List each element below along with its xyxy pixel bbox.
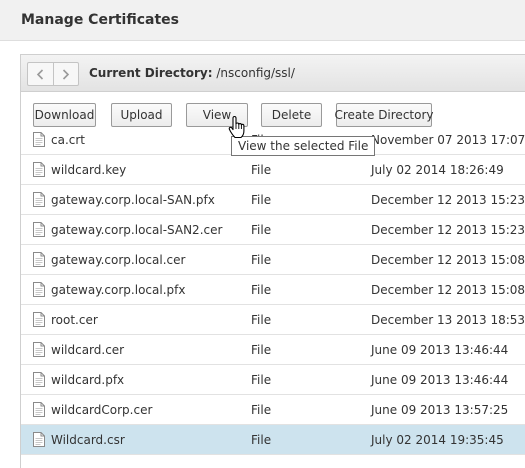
file-modified-date: December 13 2013 18:53:02 bbox=[371, 313, 525, 327]
file-row[interactable]: gateway.corp.local-SAN2.cer File December … bbox=[21, 215, 525, 245]
file-type: File bbox=[251, 343, 272, 357]
directory-nav-bar: Current Directory: /nsconfig/ssl/ bbox=[21, 55, 525, 92]
file-row[interactable]: gateway.corp.local.cer File December 12 20… bbox=[21, 245, 525, 275]
forward-button[interactable] bbox=[52, 63, 79, 85]
file-name: gateway.corp.local-SAN2.cer bbox=[51, 223, 223, 237]
file-icon bbox=[33, 282, 45, 300]
file-type: File bbox=[251, 373, 272, 387]
file-name: gateway.corp.local-SAN.pfx bbox=[51, 193, 215, 207]
create-directory-button[interactable]: Create Directory bbox=[335, 103, 434, 127]
delete-button[interactable]: Delete bbox=[261, 103, 322, 127]
view-button-tooltip: View the selected File bbox=[231, 136, 376, 156]
file-row[interactable]: wildcard.key File July 02 2014 18:26:49 bbox=[21, 155, 525, 185]
file-name: ca.crt bbox=[51, 133, 86, 147]
action-toolbar: Download Upload View Delete Create Direc… bbox=[21, 92, 525, 132]
file-name: wildcardCorp.cer bbox=[51, 403, 153, 417]
current-directory-label: Current Directory: bbox=[89, 66, 213, 80]
certificate-browser-panel: Current Directory: /nsconfig/ssl/ Downlo… bbox=[20, 54, 525, 468]
file-name: wildcard.pfx bbox=[51, 373, 125, 387]
file-modified-date: June 09 2013 13:57:25 bbox=[371, 403, 509, 417]
file-modified-date: December 12 2013 15:08:27 bbox=[371, 253, 525, 267]
file-modified-date: July 02 2014 18:26:49 bbox=[371, 163, 504, 177]
file-icon bbox=[33, 162, 45, 180]
file-type: File bbox=[251, 283, 272, 297]
file-name: wildcard.cer bbox=[51, 343, 125, 357]
file-icon bbox=[33, 132, 45, 150]
file-icon bbox=[33, 192, 45, 210]
chevron-right-icon bbox=[62, 68, 69, 80]
file-row[interactable]: root.cer File December 13 2013 18:53:02 bbox=[21, 305, 525, 335]
file-icon bbox=[33, 312, 45, 330]
current-directory: Current Directory: /nsconfig/ssl/ bbox=[89, 66, 295, 80]
file-modified-date: November 07 2013 17:07:40 bbox=[371, 133, 525, 147]
chevron-left-icon bbox=[37, 68, 44, 80]
back-button[interactable] bbox=[28, 63, 53, 85]
file-icon bbox=[33, 432, 45, 450]
file-modified-date: December 12 2013 15:23:59 bbox=[371, 223, 525, 237]
file-row[interactable]: wildcard.cer File June 09 2013 13:46:44 bbox=[21, 335, 525, 365]
file-type: File bbox=[251, 223, 272, 237]
file-icon bbox=[33, 222, 45, 240]
dialog-title: Manage Certificates bbox=[21, 12, 179, 28]
file-icon bbox=[33, 342, 45, 360]
current-directory-path: /nsconfig/ssl/ bbox=[216, 66, 295, 80]
file-type: File bbox=[251, 403, 272, 417]
file-list[interactable]: ca.crt File November 07 2013 17:07:40 wildc… bbox=[21, 132, 525, 468]
file-modified-date: July 02 2014 19:35:45 bbox=[371, 433, 504, 447]
file-icon bbox=[33, 372, 45, 390]
file-name: gateway.corp.local.pfx bbox=[51, 283, 186, 297]
file-type: File bbox=[251, 433, 272, 447]
file-modified-date: June 09 2013 13:46:44 bbox=[371, 373, 509, 387]
file-name: gateway.corp.local.cer bbox=[51, 253, 186, 267]
file-type: File bbox=[251, 193, 272, 207]
file-name: wildcard.key bbox=[51, 163, 127, 177]
file-row[interactable]: gateway.corp.local-SAN.pfx File December 1… bbox=[21, 185, 525, 215]
file-modified-date: December 12 2013 15:08:26 bbox=[371, 283, 525, 297]
file-modified-date: December 12 2013 15:23:59 bbox=[371, 193, 525, 207]
file-icon bbox=[33, 402, 45, 420]
history-nav-group bbox=[27, 62, 79, 86]
hand-cursor-icon bbox=[228, 115, 245, 139]
upload-button[interactable]: Upload bbox=[111, 103, 172, 127]
file-row[interactable]: wildcardCorp.cer File June 09 2013 13:57:2… bbox=[21, 395, 525, 425]
file-icon bbox=[33, 252, 45, 270]
file-row[interactable]: gateway.corp.local.pfx File December 12 20… bbox=[21, 275, 525, 305]
file-type: File bbox=[251, 253, 272, 267]
file-rows: ca.crt File November 07 2013 17:07:40 wildc… bbox=[21, 132, 525, 455]
dialog-title-bar: Manage Certificates bbox=[0, 0, 525, 41]
file-row[interactable]: Wildcard.csr File July 02 2014 19:35:45 bbox=[21, 425, 525, 455]
file-modified-date: June 09 2013 13:46:44 bbox=[371, 343, 509, 357]
file-row[interactable]: wildcard.pfx File June 09 2013 13:46:44 bbox=[21, 365, 525, 395]
file-type: File bbox=[251, 313, 272, 327]
file-name: Wildcard.csr bbox=[51, 433, 125, 447]
file-type: File bbox=[251, 163, 272, 177]
file-name: root.cer bbox=[51, 313, 98, 327]
download-button[interactable]: Download bbox=[33, 103, 96, 127]
